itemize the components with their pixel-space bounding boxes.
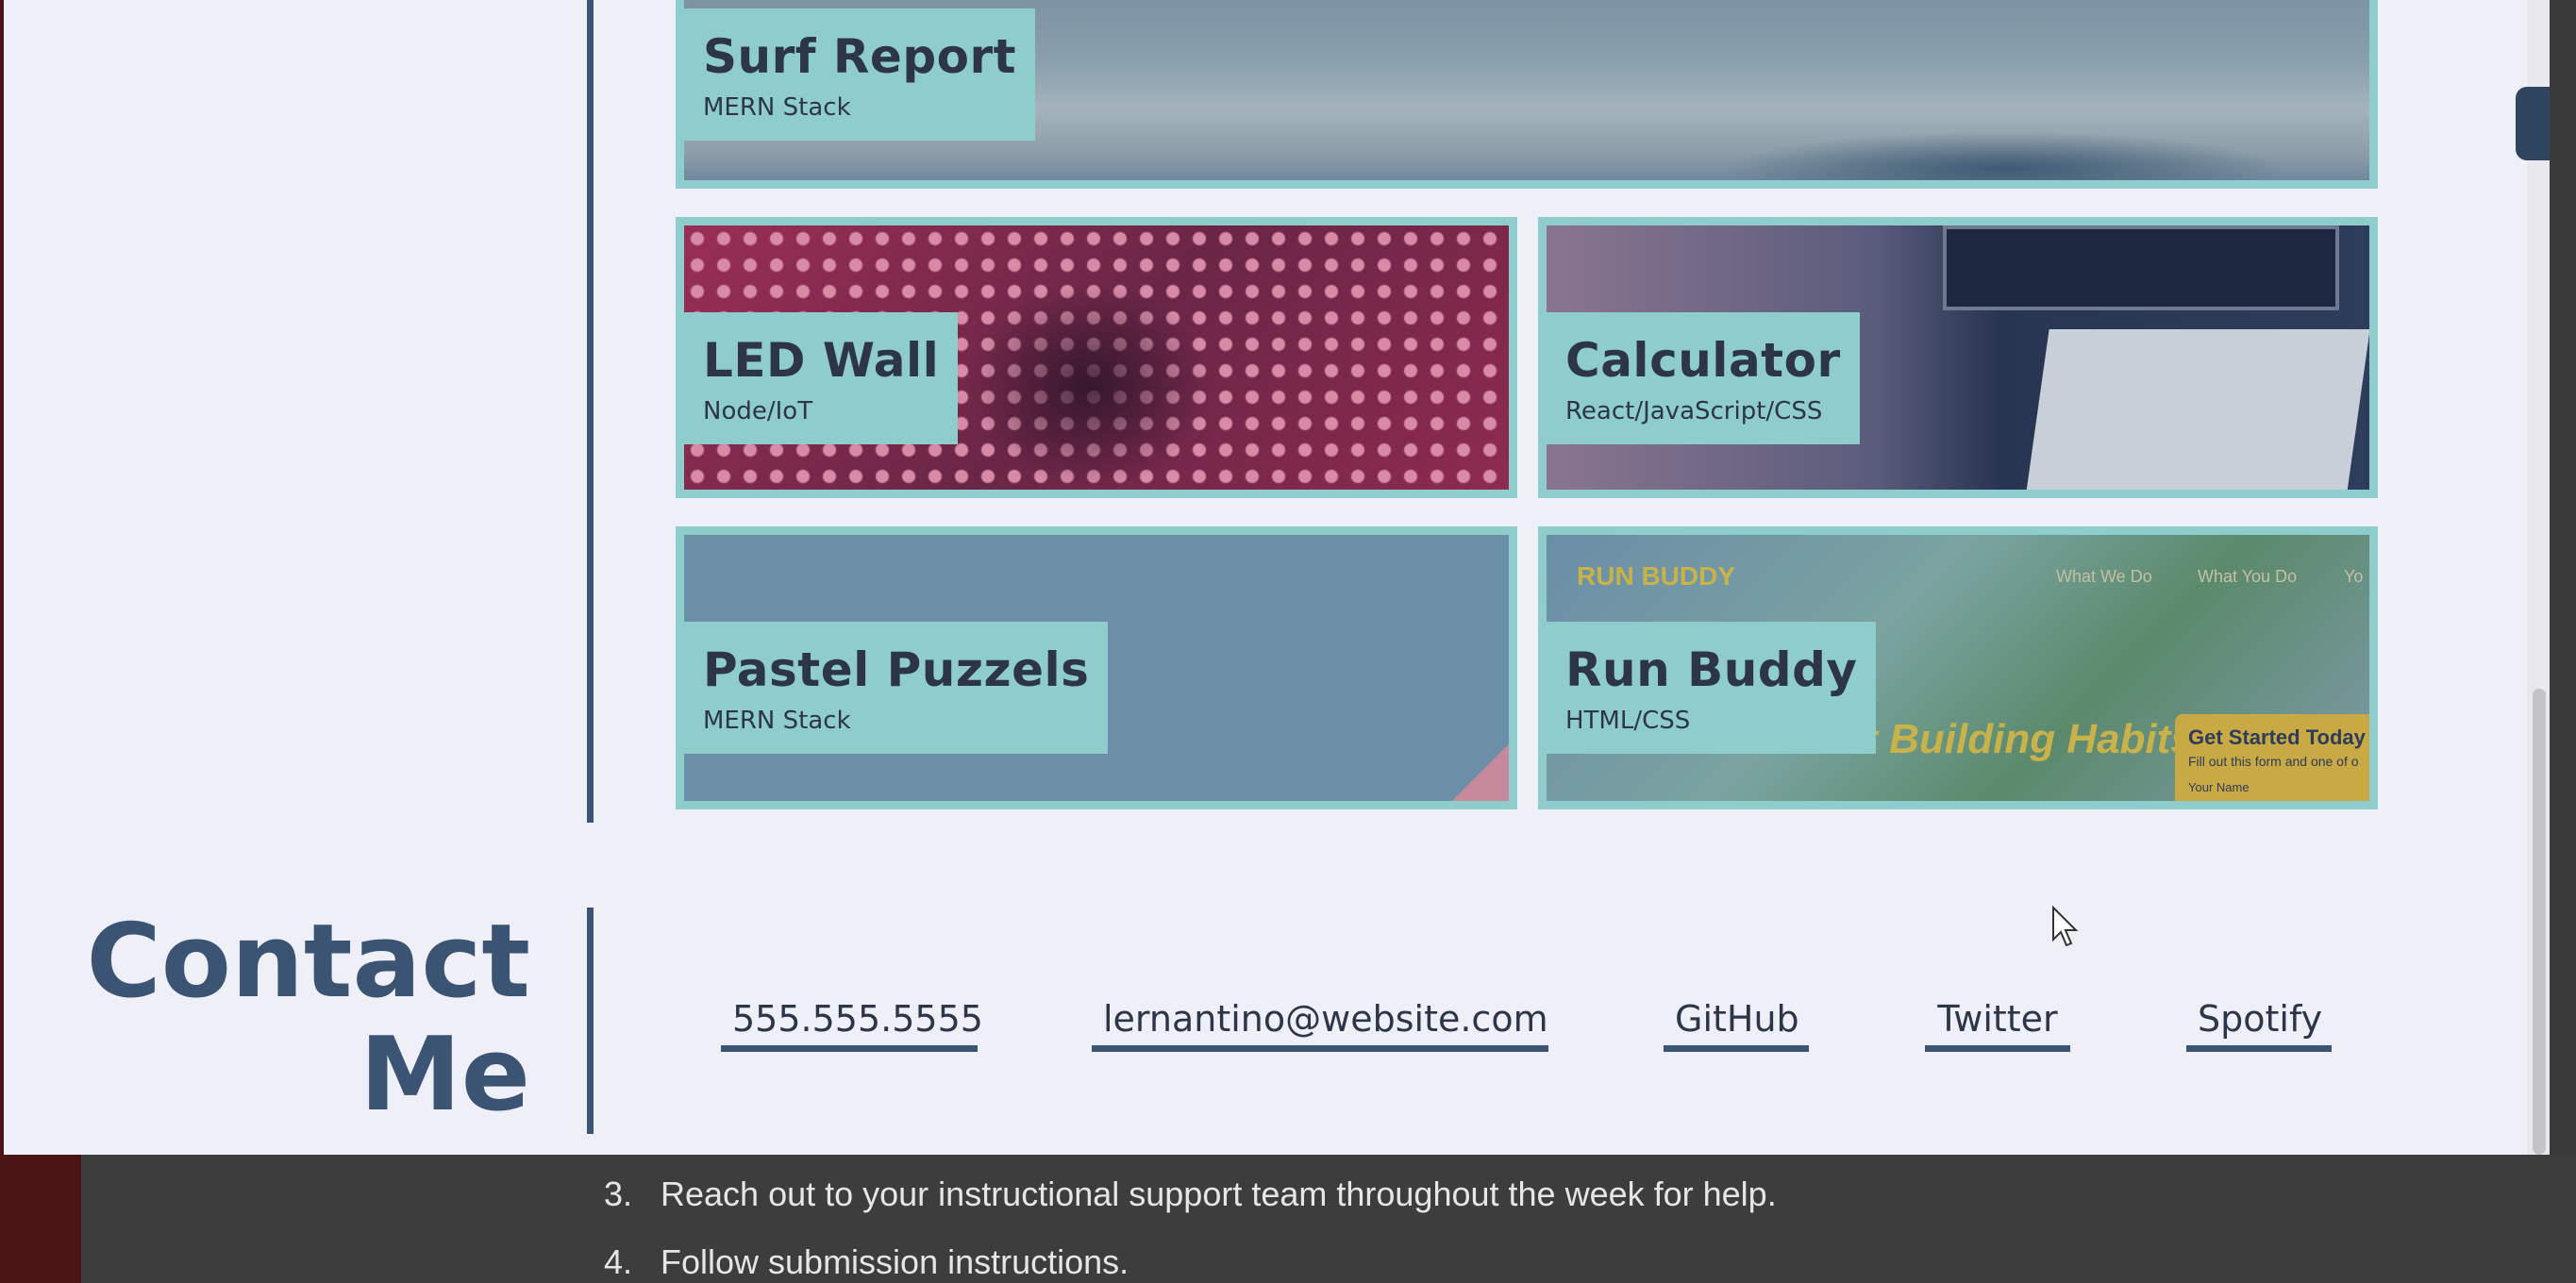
- contact-heading-line1: Contact: [86, 903, 531, 1021]
- contact-section-divider: [587, 908, 594, 1134]
- project-title: Run Buddy: [1565, 642, 1858, 697]
- contact-spotify-link[interactable]: Spotify: [2186, 992, 2332, 1052]
- run-buddy-form-field: Your Name: [2188, 780, 2250, 794]
- portfolio-window: ​ Surf Report MERN Stack LED Wall Node/I…: [4, 0, 2550, 1155]
- contact-heading-line2: Me: [360, 1016, 530, 1134]
- list-item-text: Reach out to your instructional support …: [661, 1175, 1777, 1213]
- mouse-cursor-icon: [2052, 906, 2079, 947]
- run-buddy-nav-item: Yo: [2344, 567, 2364, 586]
- scrollbar-thumb[interactable]: [2533, 689, 2546, 1155]
- project-card-led-wall[interactable]: LED Wall Node/IoT: [676, 217, 1517, 498]
- scrollbar[interactable]: [2527, 0, 2550, 1155]
- run-buddy-nav-item: What You Do: [2198, 567, 2298, 586]
- list-item: 3. Reach out to your instructional suppo…: [604, 1175, 1777, 1242]
- background-instructions-list: 3. Reach out to your instructional suppo…: [604, 1175, 1777, 1283]
- project-card-surf-report[interactable]: Surf Report MERN Stack: [676, 0, 2378, 189]
- project-title: Calculator: [1565, 333, 1841, 388]
- run-buddy-form-title: Get Started Today: [2188, 725, 2366, 749]
- list-item-number: 3.: [604, 1175, 633, 1213]
- contact-github-link[interactable]: GitHub: [1664, 992, 1809, 1052]
- contact-phone-link[interactable]: 555.555.5555: [721, 992, 983, 1052]
- run-buddy-form: Get Started Today Fill out this form and…: [2175, 714, 2369, 801]
- project-label: Surf Report MERN Stack: [684, 8, 1036, 141]
- list-item: 4. Follow submission instructions.: [604, 1242, 1777, 1283]
- project-stack: Node/IoT: [703, 397, 813, 425]
- contact-twitter-link[interactable]: Twitter: [1925, 992, 2070, 1052]
- project-card-run-buddy[interactable]: RUN BUDDY What We Do What You Do Yo tart…: [1538, 526, 2378, 809]
- list-item-text: Follow submission instructions.: [661, 1242, 1129, 1281]
- project-label: Calculator React/JavaScript/CSS: [1547, 312, 1860, 444]
- run-buddy-nav-item: What We Do: [2056, 567, 2152, 586]
- project-card-calculator[interactable]: Calculator React/JavaScript/CSS: [1538, 217, 2378, 498]
- project-label: Pastel Puzzels MERN Stack: [684, 622, 1109, 754]
- project-stack: MERN Stack: [703, 93, 851, 122]
- work-section-divider: [587, 0, 594, 823]
- side-panel-tab[interactable]: [2516, 87, 2550, 160]
- project-title: LED Wall: [703, 333, 940, 388]
- list-item-number: 4.: [604, 1242, 633, 1281]
- project-stack: MERN Stack: [703, 707, 851, 735]
- project-stack: HTML/CSS: [1565, 707, 1691, 735]
- project-stack: React/JavaScript/CSS: [1565, 397, 1823, 425]
- project-label: LED Wall Node/IoT: [684, 312, 959, 444]
- contact-email-link[interactable]: lernantino@website.com: [1092, 992, 1548, 1052]
- run-buddy-form-subtitle: Fill out this form and one of o: [2188, 754, 2359, 769]
- project-title: Surf Report: [703, 29, 1017, 84]
- project-card-pastel-puzzels[interactable]: Pastel Puzzels MERN Stack: [676, 526, 1517, 809]
- run-buddy-logo: RUN BUDDY: [1577, 561, 1735, 591]
- project-label: Run Buddy HTML/CSS: [1547, 622, 1877, 754]
- contact-heading: Contact Me: [87, 906, 531, 1132]
- project-title: Pastel Puzzels: [703, 642, 1090, 697]
